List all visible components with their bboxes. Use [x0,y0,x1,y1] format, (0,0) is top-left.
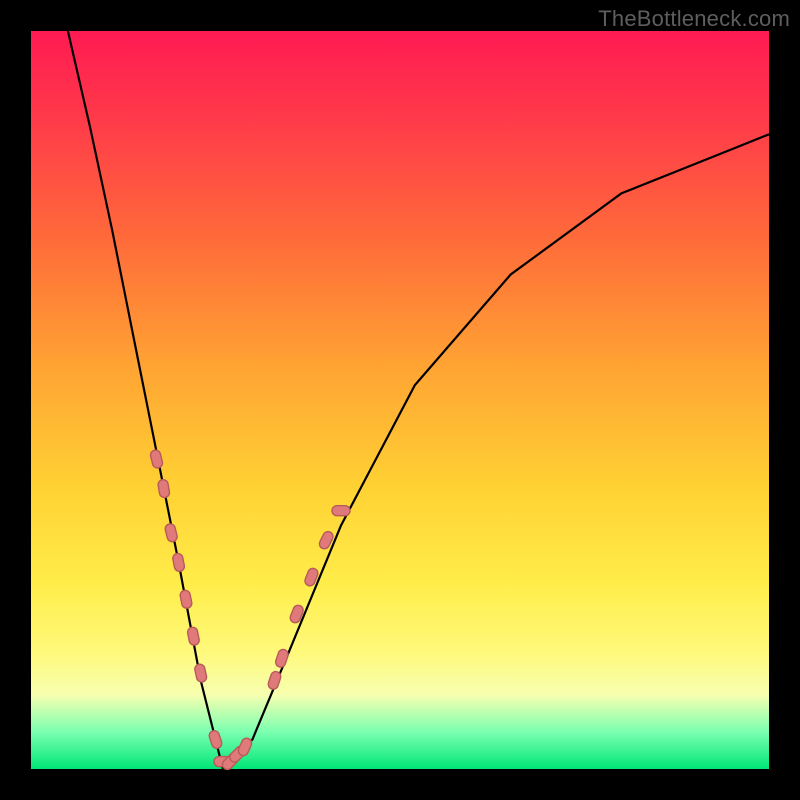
marker-point [208,729,223,749]
marker-point [332,506,350,516]
marker-point [274,648,289,668]
marker-point [187,626,200,646]
plot-svg [31,31,769,769]
marker-point [149,449,163,469]
marker-point [237,737,253,758]
marker-point [194,663,208,683]
curve-path [68,31,769,769]
marker-point [157,479,170,498]
outer-frame: TheBottleneck.com [0,0,800,800]
plot-gradient-area [31,31,769,769]
marker-point [179,589,192,609]
marker-point [172,553,185,573]
marker-point [164,523,178,543]
marker-cluster [149,449,350,771]
watermark-text: TheBottleneck.com [598,6,790,32]
bottleneck-curve [68,31,769,769]
marker-point [267,670,282,690]
